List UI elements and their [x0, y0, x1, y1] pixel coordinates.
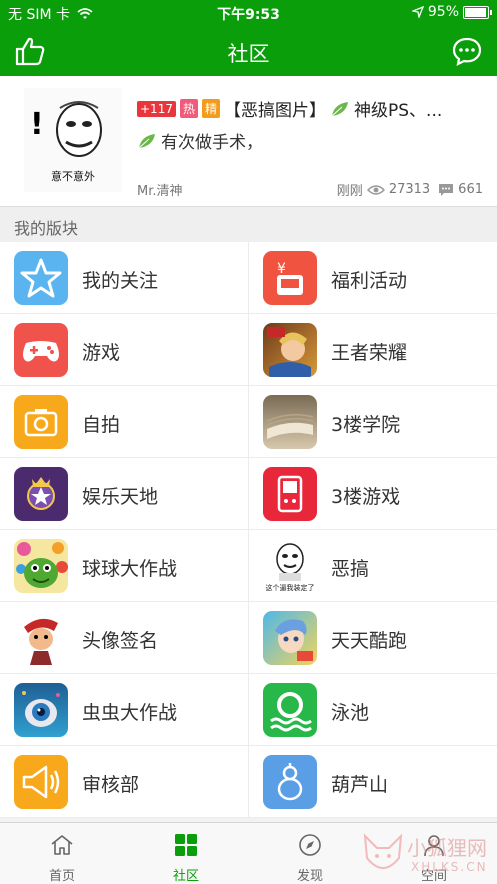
- star-icon: [14, 251, 68, 305]
- chat-bubble-icon[interactable]: [451, 36, 483, 66]
- board-label: 娱乐天地: [82, 486, 159, 508]
- featured-badge: 精: [201, 99, 220, 118]
- lifebuoy-icon: [263, 683, 317, 737]
- gourd-icon: [263, 755, 317, 809]
- svg-text:¥: ¥: [277, 261, 286, 277]
- tab-community[interactable]: 社区: [124, 823, 248, 884]
- post-title-row: +117 热 精 【恶搞图片】 神级PS、...: [137, 96, 442, 121]
- tab-label: 社区: [172, 869, 199, 884]
- watermark: 小狐狸网 XHLKS.CN: [357, 826, 497, 883]
- post-time: 刚刚: [336, 184, 363, 199]
- board-label: 球球大作战: [82, 558, 178, 580]
- post-excerpt-row: 有次做手术，: [137, 128, 263, 153]
- eye-creature-icon: [14, 683, 68, 737]
- honor-of-kings-icon: [263, 323, 317, 377]
- gift-icon: ¥: [263, 251, 317, 305]
- meme-caption: 这个逼我装定了: [265, 584, 315, 592]
- board-daily-run[interactable]: 天天酷跑: [249, 602, 497, 674]
- board-label: 游戏: [82, 342, 121, 364]
- board-ball-battle[interactable]: 球球大作战: [0, 530, 249, 602]
- board-label: 恶搞: [331, 558, 370, 580]
- board-label: 3楼学院: [331, 414, 401, 436]
- fox-logo-icon: [363, 833, 403, 869]
- home-icon: [51, 835, 73, 855]
- location-arrow-icon: [411, 6, 424, 18]
- board-label: 葫芦山: [331, 774, 389, 796]
- status-bar: 无 SIM 卡 下午9:53 95%: [0, 0, 497, 26]
- tab-label: 发现: [296, 869, 323, 884]
- view-count: 27313: [388, 182, 431, 197]
- points-badge: +117: [137, 100, 176, 117]
- book-icon: [263, 395, 317, 449]
- board-label: 我的关注: [82, 270, 159, 292]
- comment-icon: [439, 183, 454, 196]
- board-selfie[interactable]: 自拍: [0, 386, 249, 458]
- ball-battle-icon: [14, 539, 68, 593]
- post-thumbnail: ! 意不意外: [24, 88, 122, 192]
- board-label: 天天酷跑: [331, 630, 408, 652]
- entertainment-icon: [14, 467, 68, 521]
- board-games[interactable]: 游戏: [0, 314, 249, 386]
- nav-bar: 社区: [0, 26, 497, 76]
- svg-text:!: !: [30, 107, 44, 142]
- eye-icon: [366, 184, 385, 195]
- board-avatar-signature[interactable]: 头像签名: [0, 602, 249, 674]
- grid-icon: [175, 834, 197, 856]
- board-3f-games[interactable]: 3楼游戏: [249, 458, 497, 530]
- board-entertainment[interactable]: 娱乐天地: [0, 458, 249, 530]
- battery-percent: 95%: [427, 4, 459, 20]
- meme-face-icon: !: [30, 101, 102, 157]
- board-bug-battle[interactable]: 虫虫大作战: [0, 674, 249, 746]
- board-honor-of-kings[interactable]: 王者荣耀: [249, 314, 497, 386]
- board-gourd-mountain[interactable]: 葫芦山: [249, 746, 497, 818]
- post-excerpt: 有次做手术，: [161, 133, 263, 153]
- thumbnail-caption: 意不意外: [51, 170, 95, 183]
- board-label: 自拍: [82, 414, 121, 436]
- post-author: Mr.清神: [137, 184, 183, 199]
- battery-icon: [463, 5, 492, 19]
- board-my-follows[interactable]: 我的关注: [0, 242, 249, 314]
- featured-post[interactable]: ! 意不意外 +117 热 精 【恶搞图片】 神级PS、... 有次做手术， M…: [0, 76, 497, 207]
- hot-badge: 热: [179, 99, 198, 118]
- board-pool[interactable]: 泳池: [249, 674, 497, 746]
- compass-icon: [299, 834, 321, 856]
- boards-grid: 我的关注 ¥ 福利活动 游戏 王者荣耀 自拍 3楼学院 娱乐天地 3楼游戏 球球…: [0, 242, 497, 818]
- section-header: 我的版块: [0, 207, 497, 242]
- page-title: 社区: [227, 42, 270, 66]
- board-label: 审核部: [82, 774, 140, 796]
- board-review-dept[interactable]: 审核部: [0, 746, 249, 818]
- board-3f-academy[interactable]: 3楼学院: [249, 386, 497, 458]
- megaphone-icon: [14, 755, 68, 809]
- tab-label: 首页: [48, 869, 75, 884]
- watermark-text: 小狐狸网: [407, 836, 487, 860]
- leaf-icon: [138, 133, 155, 148]
- runner-character-icon: [263, 611, 317, 665]
- post-title: 【恶搞图片】: [224, 101, 326, 121]
- board-label: 虫虫大作战: [82, 702, 178, 724]
- gamepad-icon: [14, 323, 68, 377]
- board-label: 3楼游戏: [331, 486, 401, 508]
- tab-home[interactable]: 首页: [0, 823, 124, 884]
- board-meme[interactable]: 这个逼我装定了 恶搞: [249, 530, 497, 602]
- board-welfare[interactable]: ¥ 福利活动: [249, 242, 497, 314]
- post-title-rest: 神级PS、...: [354, 101, 443, 121]
- tab-discover[interactable]: 发现: [248, 823, 372, 884]
- meme-face-icon: 这个逼我装定了: [263, 539, 317, 593]
- leaf-icon: [331, 101, 348, 116]
- comment-count: 661: [458, 182, 483, 197]
- board-label: 头像签名: [82, 630, 159, 652]
- section-title: 我的版块: [14, 219, 79, 238]
- handheld-console-icon: [263, 467, 317, 521]
- avatar-character-icon: [14, 611, 68, 665]
- board-label: 泳池: [331, 702, 370, 724]
- board-label: 王者荣耀: [331, 342, 408, 364]
- post-meta: 刚刚 27313 661: [337, 180, 483, 199]
- board-label: 福利活动: [331, 270, 408, 292]
- camera-icon: [14, 395, 68, 449]
- watermark-sub: XHLKS.CN: [411, 860, 488, 874]
